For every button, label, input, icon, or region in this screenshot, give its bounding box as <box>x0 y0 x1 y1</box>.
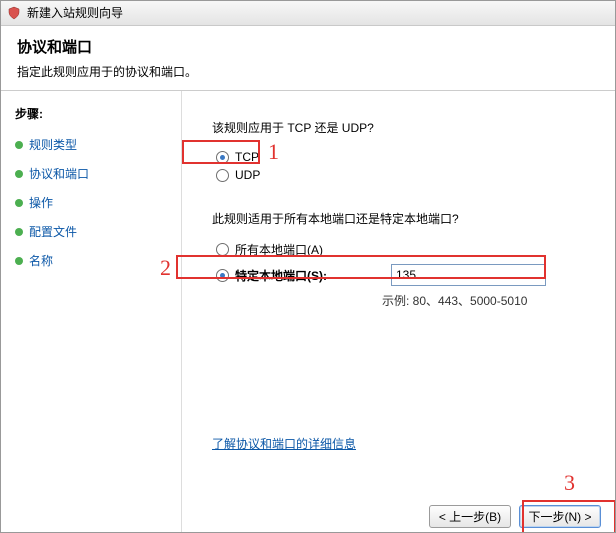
radio-specific-ports-label: 特定本地端口(S): <box>235 267 385 284</box>
content: 该规则应用于 TCP 还是 UDP? TCP UDP 此规则适用于所有本地端口还… <box>181 91 615 533</box>
sidebar-title: 步骤: <box>15 105 171 122</box>
sidebar-item-label: 操作 <box>29 194 53 211</box>
body: 步骤: 规则类型 协议和端口 操作 配置文件 名称 该 <box>1 91 615 533</box>
header: 协议和端口 指定此规则应用于的协议和端口。 <box>1 26 615 90</box>
sidebar-item-protocol-port[interactable]: 协议和端口 <box>15 165 171 182</box>
sidebar-item-label: 名称 <box>29 252 53 269</box>
bullet-icon <box>15 257 23 265</box>
ports-example: 示例: 80、443、5000-5010 <box>382 292 597 309</box>
radio-tcp-label: TCP <box>235 150 259 164</box>
radio-row-udp[interactable]: UDP <box>216 168 597 182</box>
annotation-3: 3 <box>564 470 575 496</box>
bullet-icon <box>15 199 23 207</box>
radio-all-ports-label: 所有本地端口(A) <box>235 241 323 258</box>
radio-row-all-ports[interactable]: 所有本地端口(A) <box>216 241 597 258</box>
sidebar-item-action[interactable]: 操作 <box>15 194 171 211</box>
radio-row-specific-ports[interactable]: 特定本地端口(S): <box>216 264 597 286</box>
sidebar: 步骤: 规则类型 协议和端口 操作 配置文件 名称 <box>1 91 181 533</box>
sidebar-item-rule-type[interactable]: 规则类型 <box>15 136 171 153</box>
radio-specific-ports[interactable] <box>216 269 229 282</box>
page-subtitle: 指定此规则应用于的协议和端口。 <box>17 63 599 80</box>
sidebar-item-label: 配置文件 <box>29 223 77 240</box>
bullet-icon <box>15 141 23 149</box>
sidebar-item-label: 规则类型 <box>29 136 77 153</box>
sidebar-item-name[interactable]: 名称 <box>15 252 171 269</box>
specific-ports-input[interactable] <box>391 264 546 286</box>
back-button[interactable]: < 上一步(B) <box>429 505 511 528</box>
wizard-window: 新建入站规则向导 协议和端口 指定此规则应用于的协议和端口。 步骤: 规则类型 … <box>0 0 616 533</box>
shield-icon <box>7 6 21 20</box>
radio-udp-label: UDP <box>235 168 260 182</box>
radio-tcp[interactable] <box>216 151 229 164</box>
bullet-icon <box>15 228 23 236</box>
question-protocol: 该规则应用于 TCP 还是 UDP? <box>212 119 597 136</box>
learn-more-text: 了解协议和端口的详细信息 <box>212 437 356 451</box>
bullet-icon <box>15 170 23 178</box>
sidebar-item-profile[interactable]: 配置文件 <box>15 223 171 240</box>
footer: < 上一步(B) 下一步(N) > <box>429 505 601 528</box>
next-button[interactable]: 下一步(N) > <box>519 505 601 528</box>
sidebar-item-label: 协议和端口 <box>29 165 89 182</box>
titlebar: 新建入站规则向导 <box>1 1 615 26</box>
radio-row-tcp[interactable]: TCP <box>216 150 597 164</box>
page-title: 协议和端口 <box>17 36 599 57</box>
learn-more-link[interactable]: 了解协议和端口的详细信息 <box>212 435 356 452</box>
radio-udp[interactable] <box>216 169 229 182</box>
radio-all-ports[interactable] <box>216 243 229 256</box>
group-ports: 此规则适用于所有本地端口还是特定本地端口? 所有本地端口(A) 特定本地端口(S… <box>212 210 597 309</box>
question-ports: 此规则适用于所有本地端口还是特定本地端口? <box>212 210 597 227</box>
window-title: 新建入站规则向导 <box>27 1 123 25</box>
